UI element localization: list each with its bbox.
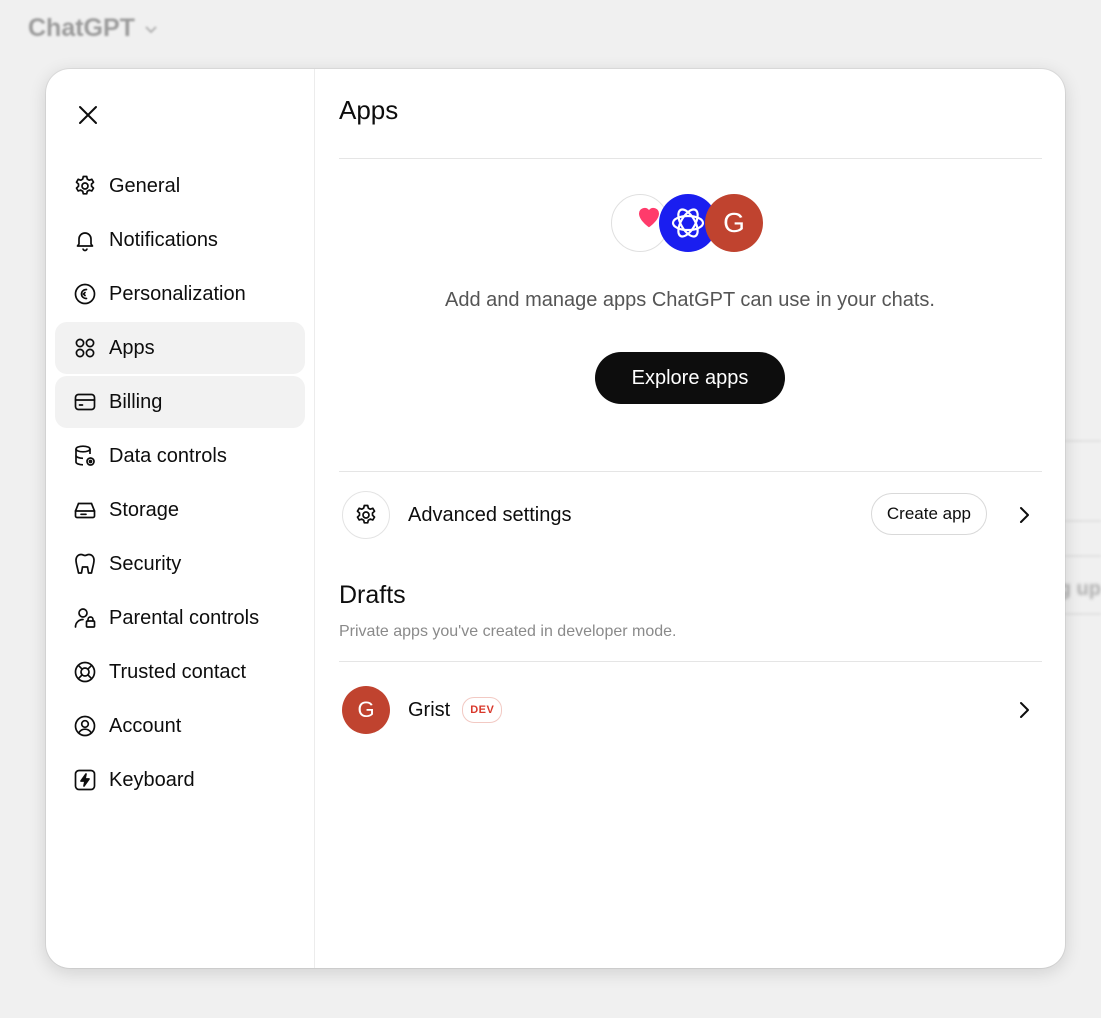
security-icon [72, 551, 98, 577]
gear-icon [72, 173, 98, 199]
credit-card-icon [72, 389, 98, 415]
chevron-right-icon[interactable] [1012, 698, 1036, 722]
gear-icon [342, 491, 390, 539]
sidebar-item-billing[interactable]: Billing [55, 376, 305, 428]
apps-description: Add and manage apps ChatGPT can use in y… [445, 289, 935, 311]
sidebar-item-label: Notifications [109, 228, 218, 251]
background-text: g up [1058, 578, 1101, 600]
sidebar-item-label: General [109, 174, 181, 197]
divider [339, 158, 1042, 159]
sidebar-item-label: Data controls [109, 444, 227, 467]
chevron-down-icon [145, 25, 157, 33]
draft-app-row[interactable]: G Grist DEV [339, 682, 1042, 738]
advanced-settings-label: Advanced settings [408, 503, 572, 526]
drafts-title: Drafts [339, 581, 406, 609]
sidebar-item-personalization[interactable]: Personalization [55, 268, 305, 320]
user-lock-icon [72, 605, 98, 631]
sidebar-item-label: Keyboard [109, 768, 195, 791]
dev-badge: DEV [462, 697, 503, 723]
sidebar-item-account[interactable]: Account [55, 700, 305, 752]
sidebar-item-label: Apps [109, 336, 155, 359]
apps-panel: Apps G Add and manage apps ChatGPT can u… [315, 69, 1065, 968]
page-title: Apps [339, 95, 399, 125]
advanced-settings-row[interactable]: Advanced settings Create app [339, 487, 1042, 543]
lightning-icon [72, 767, 98, 793]
bell-icon [72, 227, 98, 253]
divider [339, 471, 1042, 472]
chevron-right-icon[interactable] [1012, 503, 1036, 527]
apps-grid-icon [72, 335, 98, 361]
create-app-button[interactable]: Create app [870, 493, 987, 535]
close-icon [79, 106, 97, 124]
sidebar-item-label: Security [109, 552, 182, 575]
background-divider [1065, 613, 1101, 615]
grist-app-icon: G [705, 194, 763, 252]
explore-apps-button[interactable]: Explore apps [595, 352, 785, 404]
sidebar-item-parental-controls[interactable]: Parental controls [55, 592, 305, 644]
background-divider [1065, 440, 1101, 442]
app-title: ChatGPT [28, 14, 159, 43]
sidebar-item-apps[interactable]: Apps [55, 322, 305, 374]
sidebar-item-keyboard[interactable]: Keyboard [55, 754, 305, 806]
sidebar-item-label: Parental controls [109, 606, 260, 629]
sidebar-item-notifications[interactable]: Notifications [55, 214, 305, 266]
settings-modal: General Notifications Personalization Ap… [46, 69, 1065, 968]
sidebar-item-trusted-contact[interactable]: Trusted contact [55, 646, 305, 698]
app-title-text: ChatGPT [28, 14, 135, 42]
sidebar-item-label: Billing [109, 390, 163, 413]
sidebar-item-data-controls[interactable]: Data controls [55, 430, 305, 482]
background-divider [1065, 520, 1101, 522]
user-circle-icon [72, 713, 98, 739]
sidebar-item-general[interactable]: General [55, 160, 305, 212]
sidebar-item-security[interactable]: Security [55, 538, 305, 590]
settings-nav: General Notifications Personalization Ap… [55, 160, 305, 808]
sidebar-item-label: Storage [109, 498, 180, 521]
database-icon [72, 443, 98, 469]
draft-app-name: Grist [408, 698, 451, 721]
storage-drive-icon [72, 497, 98, 523]
settings-sidebar: General Notifications Personalization Ap… [46, 69, 315, 968]
divider [339, 661, 1042, 662]
sidebar-item-label: Trusted contact [109, 660, 247, 683]
personalization-icon [72, 281, 98, 307]
close-button[interactable] [74, 101, 102, 129]
sidebar-item-label: Account [109, 714, 182, 737]
sidebar-item-label: Personalization [109, 282, 246, 305]
drafts-subtitle: Private apps you've created in developer… [339, 623, 677, 640]
background-divider [1065, 555, 1101, 557]
sidebar-item-storage[interactable]: Storage [55, 484, 305, 536]
grist-avatar: G [342, 686, 390, 734]
lifebuoy-icon [72, 659, 98, 685]
app-icons-stack: G [611, 194, 771, 256]
